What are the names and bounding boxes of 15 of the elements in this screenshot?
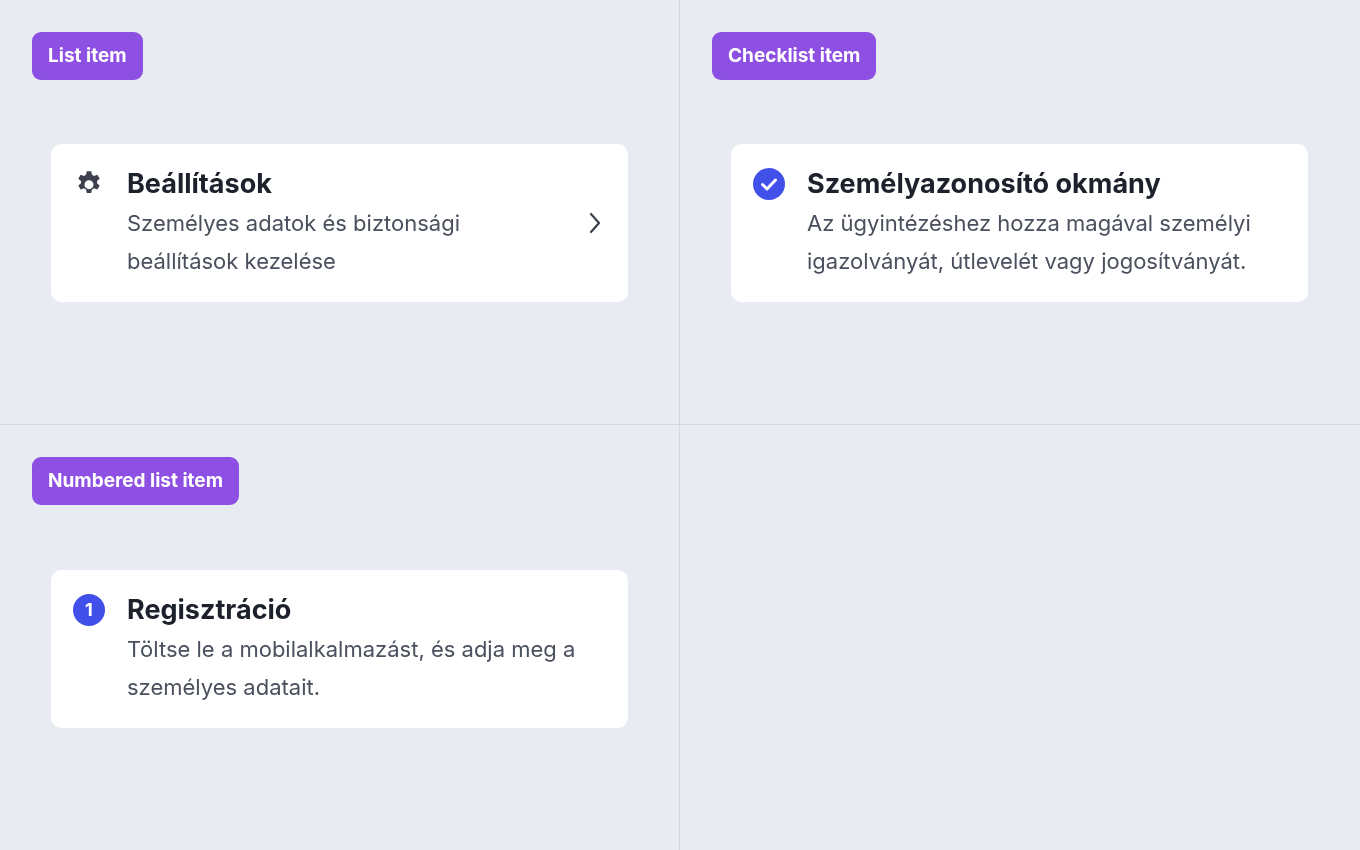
item-title: Személyazonosító okmány xyxy=(807,166,1162,202)
section-label: Numbered list item xyxy=(32,457,239,505)
item-description: Személyes adatok és biztonsági beállítások kezelése xyxy=(127,209,461,276)
item-description: Töltse le a mobilalkalmazást, és adja meg a személyes adatait. xyxy=(127,634,577,702)
item-title: Beállítások xyxy=(127,166,273,202)
item-title: Regisztráció xyxy=(127,591,293,628)
section-label: Checklist item xyxy=(712,32,877,80)
step-number: 1 xyxy=(73,593,105,626)
list-card[interactable]: Beállítások Személyes adatok és biztonsági beállítások kezelése xyxy=(51,144,628,302)
item-description: Az ügyintézéshez hozza magával személyi igazolványát, útlevelét vagy jogosítványát. xyxy=(807,209,1252,276)
section-label: List item xyxy=(32,32,143,80)
checkbox[interactable] xyxy=(753,168,785,200)
list-card[interactable]: 1 Regisztráció Töltse le a mobilalkalmazást, és adja meg a személyes adatait. xyxy=(51,569,628,728)
list-card[interactable]: Személyazonosító okmány Az ügyintézéshez hozza magával személyi igazolványát, útlevelét vagy jogosítványát. xyxy=(731,144,1308,302)
chevron-right-icon xyxy=(588,211,602,235)
